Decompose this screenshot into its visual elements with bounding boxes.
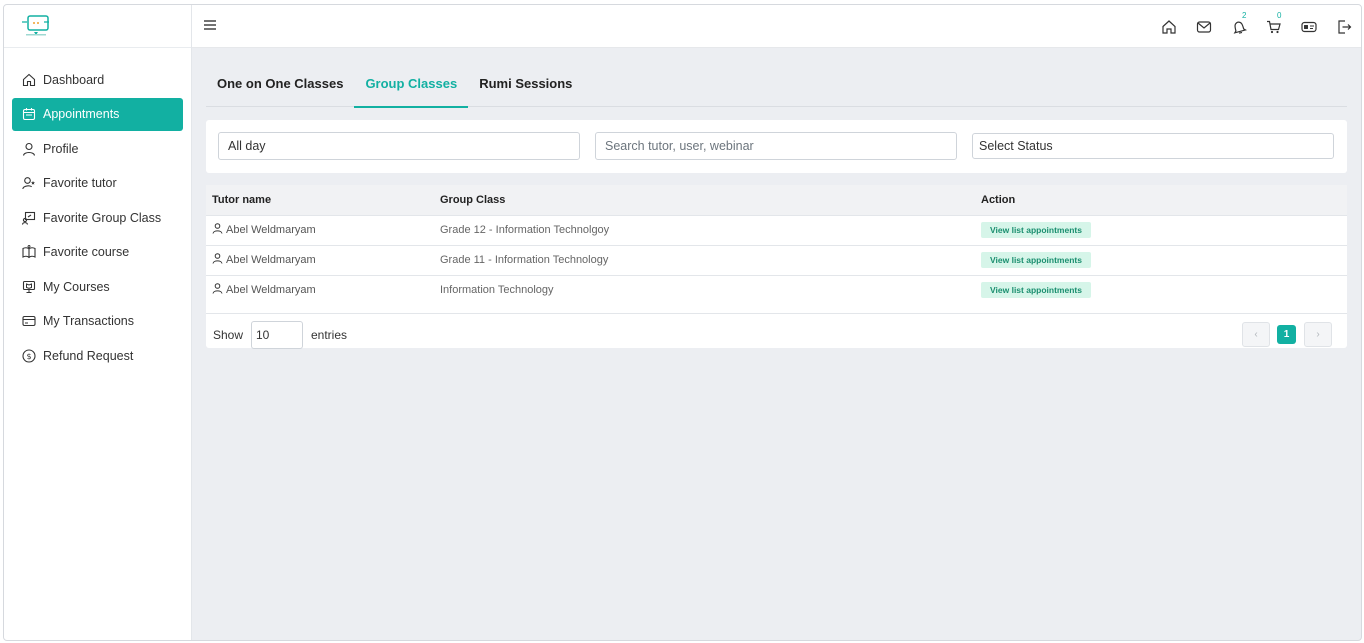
user-star-icon xyxy=(22,176,36,190)
user-icon xyxy=(212,253,223,267)
tutor-name: Abel Weldmaryam xyxy=(226,254,316,266)
table-row: Abel Weldmaryam Grade 12 - Information T… xyxy=(206,214,1347,245)
notifications-count-badge: 2 xyxy=(1242,11,1247,20)
pagination-prev-button[interactable]: ‹ xyxy=(1242,322,1270,347)
home-icon xyxy=(22,73,36,87)
sidebar-nav: Dashboard Appointments Profile Favorite … xyxy=(4,63,191,372)
view-list-appointments-button[interactable]: View list appointments xyxy=(981,252,1091,268)
table-row: Abel Weldmaryam Information Technology V… xyxy=(206,274,1347,305)
tab-group-classes[interactable]: Group Classes xyxy=(354,66,468,108)
svg-text:$: $ xyxy=(26,352,31,361)
cart-count-badge: 0 xyxy=(1277,11,1282,20)
presentation-icon xyxy=(22,211,36,225)
credit-card-icon xyxy=(22,314,36,328)
sidebar-item-appointments[interactable]: Appointments xyxy=(12,97,183,131)
status-select[interactable]: Select Status xyxy=(972,133,1334,159)
tutor-cell: Abel Weldmaryam xyxy=(206,244,434,275)
user-icon xyxy=(212,283,223,297)
bell-icon[interactable]: 2 xyxy=(1221,5,1256,48)
entries-label: entries xyxy=(311,328,348,342)
sidebar-item-label: Appointments xyxy=(43,107,120,121)
sidebar-item-profile[interactable]: Profile xyxy=(12,132,183,165)
sidebar-item-label: Favorite course xyxy=(43,245,130,259)
sidebar-item-my-transactions[interactable]: My Transactions xyxy=(12,305,183,338)
sidebar-item-label: Favorite Group Class xyxy=(43,210,162,225)
pagination-next-button[interactable]: › xyxy=(1304,322,1332,347)
show-label: Show xyxy=(213,328,244,342)
action-cell: View list appointments xyxy=(975,274,1347,305)
search-input[interactable]: Search tutor, user, webinar xyxy=(595,132,957,160)
column-header-group-class: Group Class xyxy=(434,185,975,215)
main-content: One on One Classes Group Classes Rumi Se… xyxy=(192,48,1361,640)
header-actions: 2 0 xyxy=(1151,5,1361,48)
tab-rumi-sessions[interactable]: Rumi Sessions xyxy=(468,66,583,107)
book-open-icon xyxy=(22,245,36,259)
sidebar-item-label: My Courses xyxy=(43,279,110,294)
action-cell: View list appointments xyxy=(975,214,1347,245)
logout-icon[interactable] xyxy=(1326,5,1361,48)
sidebar-item-refund-request[interactable]: $ Refund Request xyxy=(12,339,183,372)
tutor-name: Abel Weldmaryam xyxy=(226,224,316,236)
sidebar-item-my-courses[interactable]: My Courses xyxy=(12,270,183,303)
sidebar-item-label: Favorite tutor xyxy=(43,176,117,190)
mail-icon[interactable] xyxy=(1186,5,1221,48)
date-filter-input[interactable]: All day xyxy=(218,132,580,160)
topbar: 2 0 xyxy=(192,5,1361,48)
calendar-icon xyxy=(22,107,36,121)
filter-bar: All day Search tutor, user, webinar Sele… xyxy=(206,120,1347,173)
tab-one-on-one-classes[interactable]: One on One Classes xyxy=(206,66,354,107)
sidebar-item-label: Dashboard xyxy=(43,72,105,87)
home-icon[interactable] xyxy=(1151,5,1186,48)
entries-per-page-input[interactable]: 10 xyxy=(251,321,303,349)
appointment-tabs: One on One Classes Group Classes Rumi Se… xyxy=(206,66,1347,108)
appointments-table-card: Tutor name Group Class Action Abel Weldm… xyxy=(206,185,1347,349)
table-footer: Show 10 entries ‹ 1 › xyxy=(206,313,1347,349)
cart-icon[interactable]: 0 xyxy=(1256,5,1291,48)
view-list-appointments-button[interactable]: View list appointments xyxy=(981,282,1091,299)
pagination-page-current[interactable]: 1 xyxy=(1277,325,1296,344)
appointments-table: Tutor name Group Class Action Abel Weldm… xyxy=(206,185,1347,305)
monitor-book-icon xyxy=(22,280,36,294)
id-card-icon[interactable] xyxy=(1291,5,1326,48)
action-cell: View list appointments xyxy=(975,244,1347,275)
user-icon xyxy=(22,142,36,156)
group-class-cell: Grade 11 - Information Technology xyxy=(434,244,975,275)
app-frame: Dashboard Appointments Profile Favorite … xyxy=(3,4,1362,641)
table-row: Abel Weldmaryam Grade 11 - Information T… xyxy=(206,244,1347,275)
sidebar-item-label: Refund Request xyxy=(43,348,134,363)
table-header-row: Tutor name Group Class Action xyxy=(206,185,1347,215)
tutor-cell: Abel Weldmaryam xyxy=(206,274,434,305)
logo-icon xyxy=(22,15,49,36)
sidebar: Dashboard Appointments Profile Favorite … xyxy=(4,5,192,640)
column-header-tutor-name: Tutor name xyxy=(206,185,434,215)
sidebar-item-favorite-tutor[interactable]: Favorite tutor xyxy=(12,167,183,200)
group-class-cell: Information Technology xyxy=(434,274,975,305)
group-class-cell: Grade 12 - Information Technolgoy xyxy=(434,214,975,245)
sidebar-item-favorite-group-class[interactable]: Favorite Group Class xyxy=(12,201,183,234)
tutor-name: Abel Weldmaryam xyxy=(226,284,316,297)
sidebar-item-label: Profile xyxy=(43,141,79,156)
logo[interactable] xyxy=(4,5,191,48)
sidebar-item-label: My Transactions xyxy=(43,314,135,328)
tutor-cell: Abel Weldmaryam xyxy=(206,214,434,245)
column-header-action: Action xyxy=(975,185,1347,215)
dollar-circle-icon: $ xyxy=(22,348,36,363)
user-icon xyxy=(212,223,223,237)
sidebar-item-dashboard[interactable]: Dashboard xyxy=(12,63,183,96)
sidebar-item-favorite-course[interactable]: Favorite course xyxy=(12,236,183,269)
view-list-appointments-button[interactable]: View list appointments xyxy=(981,222,1091,238)
menu-toggle-icon[interactable] xyxy=(202,17,218,33)
